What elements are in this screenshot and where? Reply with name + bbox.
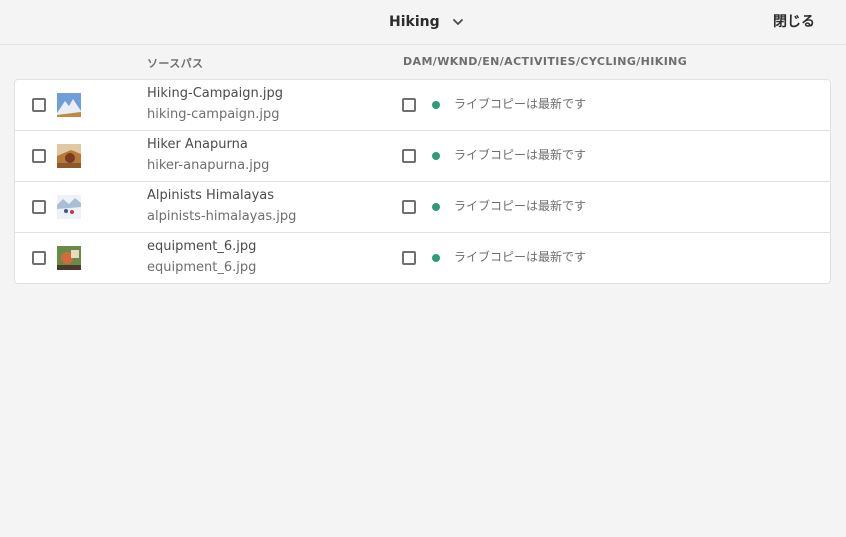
close-button[interactable]: 閉じる [773,11,815,31]
status-text: ライブコピーは最新です [454,199,587,213]
status-dot-icon [432,101,440,109]
top-bar: Hiking 閉じる [0,0,846,45]
asset-filename: alpinists-himalayas.jpg [147,209,297,224]
table-row: equipment_6.jpg equipment_6.jpg ライブコピーは最… [15,233,830,284]
asset-title: Hiking-Campaign.jpg [147,86,283,101]
thumbnail-image [57,195,81,219]
thumbnail-image [57,93,81,117]
row-select-checkbox[interactable] [32,200,46,214]
table-row: Hiking-Campaign.jpg hiking-campaign.jpg … [15,80,830,131]
livecopy-table: Hiking-Campaign.jpg hiking-campaign.jpg … [14,79,831,284]
column-header-destination: DAM/WKND/EN/ACTIVITIES/CYCLING/HIKING [403,55,688,68]
folder-title-dropdown[interactable]: Hiking [389,12,464,32]
asset-filename: hiker-anapurna.jpg [147,158,270,173]
asset-filename: hiking-campaign.jpg [147,107,280,122]
status-text: ライブコピーは最新です [454,97,587,111]
folder-title: Hiking [389,14,440,30]
livecopy-checkbox[interactable] [402,98,416,112]
table-row: Hiker Anapurna hiker-anapurna.jpg ライブコピー… [15,131,830,182]
thumbnail-image [57,144,81,168]
status-dot-icon [432,203,440,211]
asset-title: Hiker Anapurna [147,137,248,152]
livecopy-checkbox[interactable] [402,200,416,214]
status-text: ライブコピーは最新です [454,250,587,264]
table-row: Alpinists Himalayas alpinists-himalayas.… [15,182,830,233]
livecopy-checkbox[interactable] [402,251,416,265]
asset-title: Alpinists Himalayas [147,188,275,203]
thumbnail-image [57,246,81,270]
asset-filename: equipment_6.jpg [147,260,257,275]
chevron-down-icon [452,16,464,28]
status-text: ライブコピーは最新です [454,148,587,162]
row-select-checkbox[interactable] [32,251,46,265]
asset-title: equipment_6.jpg [147,239,257,254]
livecopy-checkbox[interactable] [402,149,416,163]
status-dot-icon [432,254,440,262]
row-select-checkbox[interactable] [32,149,46,163]
row-select-checkbox[interactable] [32,98,46,112]
column-header-source: ソースパス [147,57,204,70]
status-dot-icon [432,152,440,160]
